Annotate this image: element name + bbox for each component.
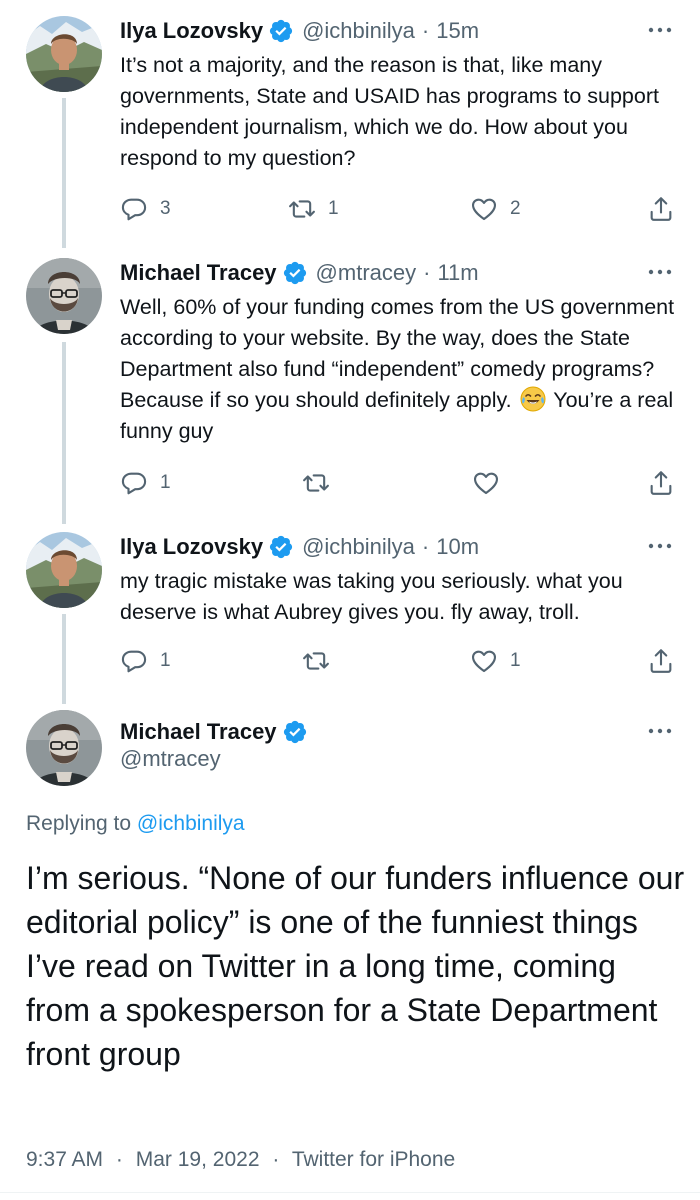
verified-badge-icon (268, 18, 294, 44)
share-button[interactable] (647, 644, 675, 678)
reply-count: 3 (160, 198, 171, 219)
avatar[interactable] (26, 532, 102, 608)
reply-button[interactable]: 3 (120, 192, 171, 226)
like-button[interactable]: 2 (470, 192, 521, 226)
avatar[interactable] (26, 258, 102, 334)
face-with-tears-of-joy-emoji-icon (520, 386, 546, 412)
tweet-header: Ilya Lozovsky @ichbinilya · 10m (120, 530, 479, 564)
main-tweet-text: I’m serious. “None of our funders influe… (26, 860, 685, 1072)
divider (0, 1192, 700, 1193)
like-button[interactable]: 1 (470, 644, 521, 678)
author-handle[interactable]: @ichbinilya (302, 534, 415, 560)
heart-icon (472, 469, 500, 497)
verified-badge-icon (268, 534, 294, 560)
reply-count: 1 (160, 472, 171, 493)
separator-dot: · (421, 534, 430, 559)
tweet-time[interactable]: 10m (436, 534, 479, 560)
author-name[interactable]: Michael Tracey (120, 260, 277, 286)
like-count: 2 (510, 198, 521, 219)
author-handle[interactable]: @mtracey (316, 260, 417, 286)
tweet-header: Michael Tracey @mtracey · 11m (120, 256, 479, 290)
separator-dot: · (423, 260, 431, 285)
tweet-text: my tragic mistake was taking you serious… (120, 569, 623, 624)
author-handle[interactable]: @mtracey (120, 746, 221, 772)
tweet-text: It’s not a majority, and the reason is t… (120, 53, 659, 170)
share-icon (647, 469, 675, 497)
separator-dot: · (115, 1148, 123, 1171)
retweet-icon (302, 647, 330, 675)
reply-button[interactable]: 1 (120, 644, 171, 678)
tweet-thread-page: Ilya Lozovsky @ichbinilya · 15m It’s not… (0, 0, 700, 1200)
separator-dot: · (421, 18, 430, 43)
like-count: 1 (510, 650, 521, 671)
tweet-meta: 9:37 AM · Mar 19, 2022 · Twitter for iPh… (26, 1148, 455, 1172)
tweet-actions: 1 (120, 466, 675, 500)
more-icon[interactable] (648, 268, 672, 276)
more-icon[interactable] (648, 26, 672, 34)
author-handle[interactable]: @ichbinilya (302, 18, 415, 44)
separator-dot: · (272, 1148, 280, 1171)
retweet-icon (288, 195, 316, 223)
retweet-button[interactable]: 1 (288, 192, 339, 226)
share-button[interactable] (647, 192, 675, 226)
main-tweet-header: Michael Tracey (120, 716, 316, 748)
share-icon (647, 647, 675, 675)
heart-icon (470, 195, 498, 223)
retweet-button[interactable] (302, 644, 330, 678)
avatar[interactable] (26, 710, 102, 786)
share-button[interactable] (647, 466, 675, 500)
author-name[interactable]: Michael Tracey (120, 719, 277, 745)
replying-to-link[interactable]: @ichbinilya (137, 812, 245, 835)
replying-to-prefix: Replying to (26, 812, 132, 835)
tweet[interactable]: Michael Tracey @mtracey · 11m Well, 60% … (0, 256, 700, 506)
reply-icon (120, 195, 148, 223)
replying-to: Replying to @ichbinilya (26, 812, 245, 836)
tweet-time[interactable]: 9:37 AM (26, 1148, 103, 1171)
tweet-header: Ilya Lozovsky @ichbinilya · 15m (120, 14, 479, 48)
verified-badge-icon (282, 719, 308, 745)
tweet-text: Well, 60% of your funding comes from the… (120, 292, 680, 447)
heart-icon (470, 647, 498, 675)
reply-icon (120, 469, 148, 497)
reply-button[interactable]: 1 (120, 466, 171, 500)
tweet-time[interactable]: 15m (436, 18, 479, 44)
tweet-actions: 1 1 (120, 644, 675, 678)
retweet-button[interactable] (302, 466, 330, 500)
tweet[interactable]: Ilya Lozovsky @ichbinilya · 10m my tragi… (0, 530, 700, 690)
author-name[interactable]: Ilya Lozovsky (120, 534, 263, 560)
retweet-icon (302, 469, 330, 497)
share-icon (647, 195, 675, 223)
tweet-date[interactable]: Mar 19, 2022 (136, 1148, 260, 1171)
author-name[interactable]: Ilya Lozovsky (120, 18, 263, 44)
verified-badge-icon (282, 260, 308, 286)
tweet-time[interactable]: 11m (437, 260, 478, 286)
more-icon[interactable] (648, 542, 672, 550)
reply-icon (120, 647, 148, 675)
reply-count: 1 (160, 650, 171, 671)
tweet[interactable]: Ilya Lozovsky @ichbinilya · 15m It’s not… (0, 14, 700, 234)
tweet-actions: 3 1 2 (120, 192, 675, 226)
tweet-source[interactable]: Twitter for iPhone (292, 1148, 455, 1171)
avatar[interactable] (26, 16, 102, 92)
retweet-count: 1 (328, 198, 339, 219)
like-button[interactable] (472, 466, 500, 500)
more-icon[interactable] (648, 727, 672, 735)
